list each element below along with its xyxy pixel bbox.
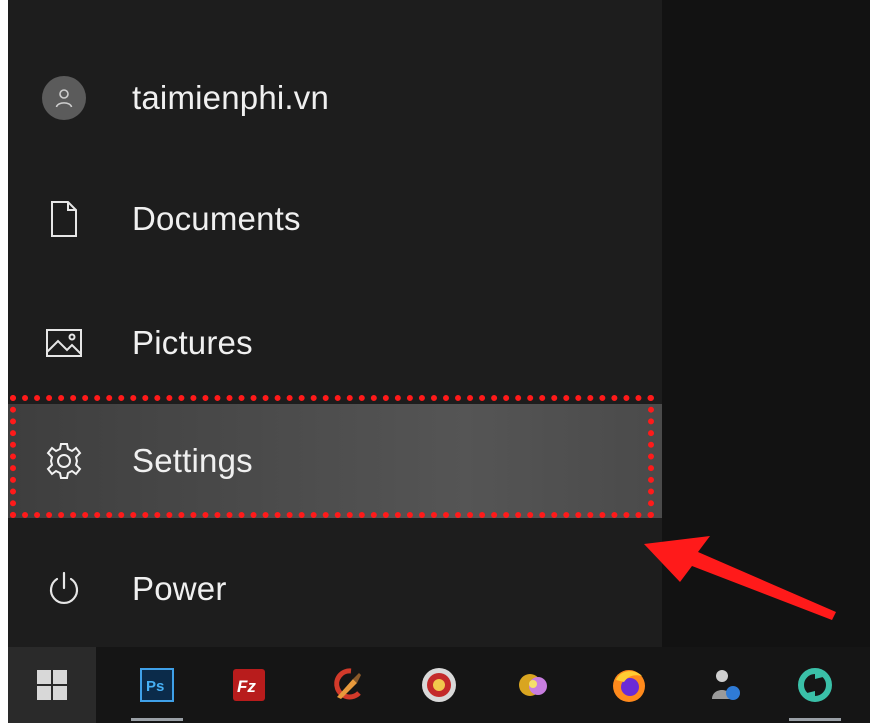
taskbar-filezilla[interactable]: Fz [216,647,282,723]
power-icon [42,567,86,611]
windows-start-button[interactable] [8,647,96,723]
windows-logo-icon [37,670,67,700]
gear-icon [42,439,86,483]
user-name-label: taimienphi.vn [132,79,330,116]
taskbar-user-network[interactable] [692,647,758,723]
taskbar-app[interactable] [500,647,566,723]
start-menu-item-user[interactable]: taimienphi.vn [8,40,662,156]
start-menu-item-pictures[interactable]: Pictures [8,285,662,401]
pictures-icon [42,321,86,365]
running-indicator [788,718,842,721]
ccleaner-icon [334,668,361,700]
filezilla-icon: Fz [233,669,265,701]
user-network-icon [712,670,740,700]
pictures-label: Pictures [132,324,253,361]
start-menu: taimienphi.vn Documents Pictures Setting… [8,0,662,647]
app-icon [519,674,547,696]
taskbar-firefox[interactable] [596,647,662,723]
start-menu-item-settings[interactable]: Settings [8,404,662,518]
screen: taimienphi.vn Documents Pictures Setting… [8,0,870,723]
taskbar-photoshop[interactable]: Ps [124,647,190,723]
start-menu-item-power[interactable]: Power [8,531,662,647]
svg-text:Ps: Ps [146,678,164,695]
document-icon [42,197,86,241]
taskbar-app-badge[interactable] [406,647,472,723]
desktop-area [662,0,870,647]
svg-text:Fz: Fz [237,677,256,696]
app-badge-icon [422,668,456,702]
sync-app-icon [798,668,832,702]
running-indicator [130,718,184,721]
documents-label: Documents [132,200,301,237]
user-avatar-icon [42,76,86,120]
power-label: Power [132,570,227,607]
taskbar: Ps Fz [8,647,870,723]
taskbar-sync-app[interactable] [782,647,848,723]
taskbar-ccleaner[interactable] [314,647,380,723]
settings-label: Settings [132,442,253,479]
photoshop-icon: Ps [140,668,174,702]
start-menu-item-documents[interactable]: Documents [8,161,662,277]
firefox-icon [613,670,645,702]
